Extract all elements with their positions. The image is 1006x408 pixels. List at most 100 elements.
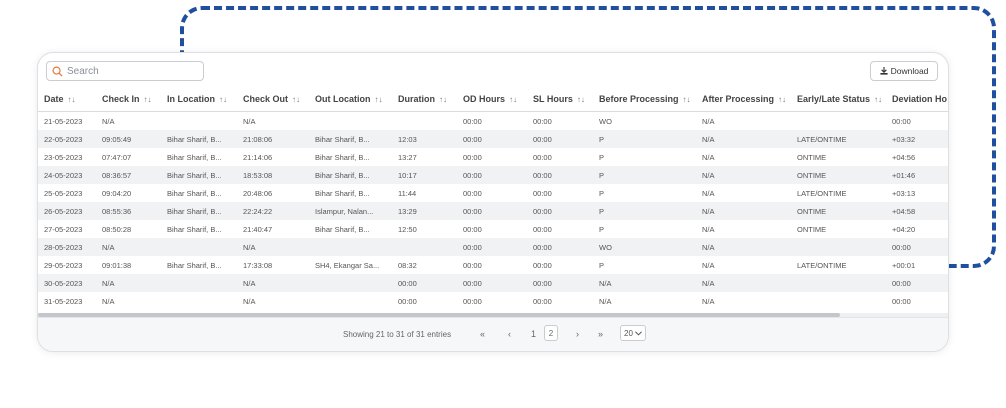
column-header[interactable]: Check Out ↑↓: [237, 87, 309, 112]
page-size-select[interactable]: 20: [620, 325, 646, 341]
column-header[interactable]: Check In ↑↓: [96, 87, 161, 112]
table-cell: N/A: [96, 111, 161, 130]
table-row[interactable]: 31-05-2023 N/A N/A 00:00 00:00 00:00 N/A N/A 00:…: [38, 292, 948, 310]
table-cell: +03:32: [886, 130, 948, 148]
table-cell: Bihar Sharif, B...: [161, 256, 237, 274]
table-cell: 09:04:20: [96, 184, 161, 202]
table-cell: Bihar Sharif, B...: [161, 130, 237, 148]
page-2-button[interactable]: 2: [544, 325, 558, 341]
table-cell: N/A: [96, 274, 161, 292]
sort-icon[interactable]: ↑↓: [144, 95, 152, 104]
table-row[interactable]: 21-05-2023 N/A N/A 00:00 00:00 WO N/A 00:00: [38, 111, 948, 130]
entries-info: Showing 21 to 31 of 31 entries: [343, 330, 452, 339]
table-cell: [309, 274, 392, 292]
search-input[interactable]: [67, 65, 187, 77]
table-cell: 00:00: [457, 274, 527, 292]
sort-icon[interactable]: ↑↓: [509, 95, 517, 104]
column-header-label: Duration: [398, 94, 435, 104]
table-row[interactable]: 22-05-2023 09:05:49 Bihar Sharif, B... 21:0…: [38, 130, 948, 148]
table-cell: N/A: [696, 148, 791, 166]
table-cell: N/A: [593, 292, 696, 310]
search-box[interactable]: [46, 61, 204, 81]
table-cell: +04:58: [886, 202, 948, 220]
table-cell: 00:00: [457, 256, 527, 274]
table-cell: 00:00: [527, 184, 593, 202]
table-cell: 23-05-2023: [38, 148, 96, 166]
prev-page-button[interactable]: ‹: [508, 329, 511, 339]
sort-icon[interactable]: ↑↓: [219, 95, 227, 104]
first-page-button[interactable]: «: [480, 329, 485, 339]
sort-icon[interactable]: ↑↓: [68, 95, 76, 104]
column-header[interactable]: SL Hours ↑↓: [527, 87, 593, 112]
column-header-label: Check Out: [243, 94, 289, 104]
table-cell: 00:00: [457, 220, 527, 238]
table-row[interactable]: 29-05-2023 09:01:38 Bihar Sharif, B... 17:3…: [38, 256, 948, 274]
table-row[interactable]: 27-05-2023 08:50:28 Bihar Sharif, B... 21:4…: [38, 220, 948, 238]
column-header[interactable]: After Processing ↑↓: [696, 87, 791, 112]
table-row[interactable]: 23-05-2023 07:47:07 Bihar Sharif, B... 21:1…: [38, 148, 948, 166]
table-cell: 00:00: [527, 274, 593, 292]
table-cell: [791, 238, 886, 256]
table-cell: 07:47:07: [96, 148, 161, 166]
column-header[interactable]: In Location ↑↓: [161, 87, 237, 112]
table-cell: 00:00: [392, 292, 457, 310]
sort-icon[interactable]: ↑↓: [292, 95, 300, 104]
table-cell: [309, 111, 392, 130]
sort-icon[interactable]: ↑↓: [439, 95, 447, 104]
column-header[interactable]: Out Location ↑↓: [309, 87, 392, 112]
column-header[interactable]: Deviation Ho: [886, 87, 948, 112]
table-row[interactable]: 25-05-2023 09:04:20 Bihar Sharif, B... 20:4…: [38, 184, 948, 202]
table-row[interactable]: 24-05-2023 08:36:57 Bihar Sharif, B... 18:5…: [38, 166, 948, 184]
table-cell: [392, 111, 457, 130]
sort-icon[interactable]: ↑↓: [375, 95, 383, 104]
column-header-label: Check In: [102, 94, 140, 104]
table-cell: +04:20: [886, 220, 948, 238]
table-cell: N/A: [237, 274, 309, 292]
column-header[interactable]: Early/Late Status ↑↓: [791, 87, 886, 112]
table-cell: Bihar Sharif, B...: [161, 202, 237, 220]
table-cell: N/A: [696, 130, 791, 148]
table-cell: 00:00: [527, 202, 593, 220]
table-cell: 10:17: [392, 166, 457, 184]
attendance-table-card: Download Date↑↓Check In↑↓In Location↑↓Ch…: [37, 52, 949, 352]
sort-icon[interactable]: ↑↓: [683, 95, 691, 104]
table-cell: 26-05-2023: [38, 202, 96, 220]
sort-icon[interactable]: ↑↓: [577, 95, 585, 104]
next-page-button[interactable]: ›: [576, 329, 579, 339]
page-size-value: 20: [624, 328, 633, 338]
table-cell: 00:00: [457, 238, 527, 256]
table-cell: [309, 292, 392, 310]
column-header-label: Date: [44, 94, 64, 104]
sort-icon[interactable]: ↑↓: [778, 95, 786, 104]
table-cell: 09:01:38: [96, 256, 161, 274]
table-cell: P: [593, 202, 696, 220]
table-row[interactable]: 30-05-2023 N/A N/A 00:00 00:00 00:00 N/A N/A 00:…: [38, 274, 948, 292]
column-header[interactable]: Date ↑↓: [38, 87, 96, 112]
table-cell: 00:00: [457, 184, 527, 202]
download-button[interactable]: Download: [870, 61, 938, 81]
table-cell: P: [593, 220, 696, 238]
last-page-button[interactable]: »: [598, 329, 603, 339]
table-cell: 00:00: [527, 220, 593, 238]
column-header[interactable]: Before Processing ↑↓: [593, 87, 696, 112]
column-header-label: In Location: [167, 94, 215, 104]
column-header[interactable]: OD Hours ↑↓: [457, 87, 527, 112]
table-cell: +03:13: [886, 184, 948, 202]
page-1-button[interactable]: 1: [531, 329, 536, 339]
table-cell: 28-05-2023: [38, 238, 96, 256]
table-cell: N/A: [696, 238, 791, 256]
table-row[interactable]: 28-05-2023 N/A N/A 00:00 00:00 WO N/A 00:00: [38, 238, 948, 256]
table-cell: Bihar Sharif, B...: [161, 220, 237, 238]
table-cell: 00:00: [457, 292, 527, 310]
table-cell: 12:50: [392, 220, 457, 238]
table-cell: 30-05-2023: [38, 274, 96, 292]
column-header[interactable]: Duration ↑↓: [392, 87, 457, 112]
table-row[interactable]: 26-05-2023 08:55:36 Bihar Sharif, B... 22:2…: [38, 202, 948, 220]
sort-icon[interactable]: ↑↓: [874, 95, 882, 104]
table-cell: 00:00: [886, 238, 948, 256]
table-cell: 31-05-2023: [38, 292, 96, 310]
table-cell: 21:08:06: [237, 130, 309, 148]
table-cell: 00:00: [886, 111, 948, 130]
table-cell: 21-05-2023: [38, 111, 96, 130]
table-cell: Bihar Sharif, B...: [309, 130, 392, 148]
